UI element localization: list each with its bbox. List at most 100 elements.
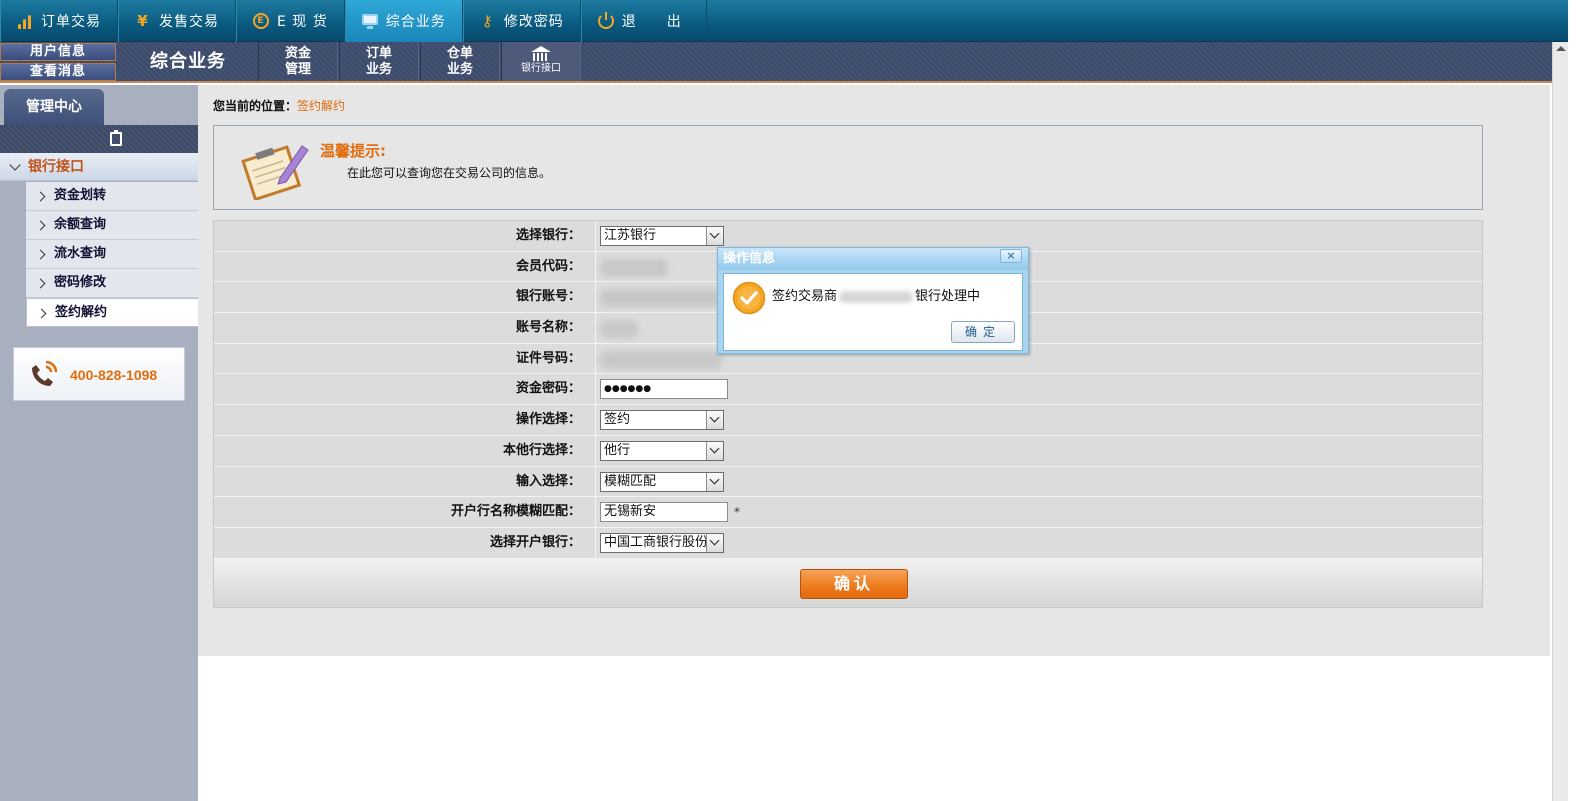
chevron-down-icon[interactable] xyxy=(706,533,723,552)
nav-label: 综合业务 xyxy=(385,14,446,30)
nav-label: 退 出 xyxy=(621,14,682,30)
sidebar-item-label: 余额查询 xyxy=(54,217,107,232)
form-row: 本他行选择： 他行 xyxy=(214,435,1482,467)
check-circle-icon xyxy=(732,281,766,315)
management-center-tab[interactable]: 管理中心 xyxy=(4,89,104,125)
opening-bank-select[interactable]: 中国工商银行股份 xyxy=(600,532,724,553)
dialog-body: 签约交易商 银行处理中 确定 xyxy=(723,273,1023,351)
bank-select[interactable]: 江苏银行 xyxy=(600,226,724,246)
same-other-bank-select[interactable]: 他行 xyxy=(600,440,724,461)
message-suffix: 银行处理中 xyxy=(915,289,981,304)
hotline-number: 400-828-1098 xyxy=(70,367,158,383)
breadcrumb: 您当前的位置：签约解约 xyxy=(213,97,345,114)
view-messages-button[interactable]: 查看消息 xyxy=(0,63,116,81)
form-label: 本他行选择： xyxy=(214,435,596,466)
nav-label: 修改密码 xyxy=(503,14,564,30)
subtab-warehouse-business[interactable]: 仓单 业务 xyxy=(420,42,500,81)
form-value: 签约 xyxy=(596,405,1482,435)
key-icon: ⚷ xyxy=(481,12,494,30)
subtab-line: 业务 xyxy=(365,62,392,77)
subtab-line: 订单 xyxy=(365,46,392,61)
dialog-title: 操作信息 xyxy=(718,248,1028,270)
message-prefix: 签约交易商 xyxy=(772,289,838,304)
masked-account-name xyxy=(600,320,638,339)
subtab-order-business[interactable]: 订单 业务 xyxy=(339,42,419,81)
subtab-bank-interface[interactable]: 银行接口 xyxy=(501,42,581,81)
nav-label: 发售交易 xyxy=(159,14,219,30)
fund-password-input[interactable]: ●●●●●● xyxy=(600,379,728,400)
vertical-scrollbar[interactable] xyxy=(1552,42,1568,801)
form-label: 操作选择： xyxy=(214,405,596,435)
nav-logout[interactable]: 退 出 xyxy=(580,0,707,42)
form-row: 开户行名称模糊匹配： 无锡新安 * xyxy=(214,497,1482,528)
sidebar-item-statement-query[interactable]: 流水查询 xyxy=(26,240,198,269)
clipboard-icon[interactable] xyxy=(110,130,122,146)
main-content: 您当前的位置：签约解约 温馨提示: 在此您可以查询您在交易公司的信息。 选择银行… xyxy=(198,85,1550,656)
sidebar-item-balance-query[interactable]: 余额查询 xyxy=(26,211,198,240)
e-circle-icon: E xyxy=(253,13,269,29)
nav-e-spot[interactable]: E E 现 货 xyxy=(236,0,345,42)
top-nav: 订单交易 ¥ 发售交易 E E 现 货 综合业务 ⚷ 修改密码 退 出 xyxy=(0,0,1568,42)
nav-issue-trade[interactable]: ¥ 发售交易 xyxy=(118,0,236,42)
scroll-up-icon[interactable] xyxy=(1556,46,1566,51)
select-value: 签约 xyxy=(604,412,631,428)
tip-text: 在此您可以查询您在交易公司的信息。 xyxy=(347,166,552,180)
nav-label: E 现 货 xyxy=(277,14,328,30)
form-label: 会员代码： xyxy=(214,251,596,282)
branch-name-input[interactable]: 无锡新安 xyxy=(600,502,728,523)
subtab-fund-management[interactable]: 资金 管理 xyxy=(258,42,338,81)
form-value: 他行 xyxy=(596,435,1482,466)
form-label: 账号名称： xyxy=(214,313,596,343)
user-info-button[interactable]: 用户信息 xyxy=(0,43,116,61)
bar-chart-icon xyxy=(17,15,33,29)
subtab-line: 仓单 xyxy=(446,46,473,61)
masked-id-number xyxy=(600,350,722,369)
chevron-down-icon[interactable] xyxy=(706,441,723,460)
tip-box: 温馨提示: 在此您可以查询您在交易公司的信息。 xyxy=(213,125,1483,210)
sidebar-item-sign-cancel[interactable]: 签约解约 xyxy=(26,298,198,327)
nav-order-trade[interactable]: 订单交易 xyxy=(0,0,118,42)
chevron-down-icon[interactable] xyxy=(706,472,723,491)
form-label: 选择开户银行： xyxy=(214,527,596,558)
form-row: 输入选择： 模糊匹配 xyxy=(214,466,1482,498)
form-row: 资金密码： ●●●●●● xyxy=(214,374,1482,406)
left-panel: 管理中心 银行接口 资金划转 余额查询 流水查询 密码修改 签约解约 400-8… xyxy=(0,85,198,801)
sidebar-items: 资金划转 余额查询 流水查询 密码修改 签约解约 xyxy=(0,182,198,327)
chevron-down-icon[interactable] xyxy=(706,227,723,245)
chevron-right-icon xyxy=(35,249,46,260)
nav-label: 订单交易 xyxy=(41,14,101,30)
chevron-down-icon[interactable] xyxy=(706,411,723,430)
form-label: 输入选择： xyxy=(214,466,596,497)
breadcrumb-current[interactable]: 签约解约 xyxy=(297,99,345,113)
subtab-line: 管理 xyxy=(284,62,311,77)
form-value: 无锡新安 * xyxy=(596,497,1482,527)
form-label: 资金密码： xyxy=(214,374,596,405)
user-buttons: 用户信息 查看消息 xyxy=(0,43,116,83)
operation-info-dialog: 操作信息 × 签约交易商 银行处理中 确定 xyxy=(717,247,1029,354)
chevron-right-icon xyxy=(35,220,46,231)
chevron-right-icon xyxy=(35,278,46,289)
sidebar-item-password-change[interactable]: 密码修改 xyxy=(26,269,198,298)
form-label: 选择银行： xyxy=(214,221,596,251)
masked-bank-account xyxy=(600,289,720,308)
confirm-button[interactable]: 确认 xyxy=(800,568,908,599)
sidebar-item-fund-transfer[interactable]: 资金划转 xyxy=(26,182,198,211)
form-button-row: 确认 xyxy=(214,558,1482,607)
yen-icon: ¥ xyxy=(137,12,149,30)
form-value: 中国工商银行股份 xyxy=(596,527,1482,558)
breadcrumb-label: 您当前的位置： xyxy=(213,99,298,113)
sidebar-group-bank-interface[interactable]: 银行接口 xyxy=(0,153,198,181)
select-value: 中国工商银行股份 xyxy=(604,534,709,550)
input-mode-select[interactable]: 模糊匹配 xyxy=(600,471,724,492)
subtab-line: 资金 xyxy=(284,46,311,61)
sidebar-header xyxy=(0,125,198,153)
operation-select[interactable]: 签约 xyxy=(600,410,724,431)
form-label: 银行账号： xyxy=(214,282,596,313)
nav-change-password[interactable]: ⚷ 修改密码 xyxy=(462,0,581,42)
close-icon[interactable]: × xyxy=(1000,249,1022,263)
subtab-line: 业务 xyxy=(446,62,473,77)
dialog-ok-button[interactable]: 确定 xyxy=(951,321,1015,343)
form-label: 证件号码： xyxy=(214,343,596,374)
bank-icon xyxy=(529,46,553,62)
nav-integrated-business[interactable]: 综合业务 xyxy=(344,0,463,42)
